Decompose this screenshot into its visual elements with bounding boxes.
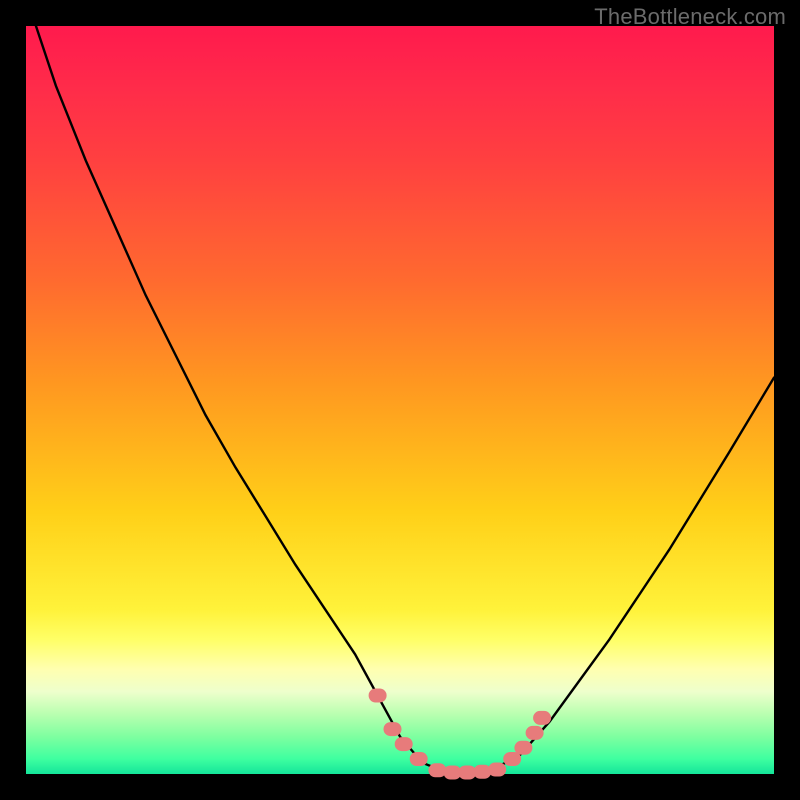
curve-marker bbox=[395, 737, 413, 751]
curve-marker bbox=[428, 763, 446, 777]
curve-marker bbox=[514, 741, 532, 755]
bottleneck-curve-line bbox=[26, 0, 774, 773]
curve-marker bbox=[384, 722, 402, 736]
chart-frame: TheBottleneck.com bbox=[0, 0, 800, 800]
curve-marker bbox=[533, 711, 551, 725]
curve-marker bbox=[526, 726, 544, 740]
bottleneck-curve-svg bbox=[26, 26, 774, 774]
curve-marker bbox=[369, 689, 387, 703]
curve-marker bbox=[488, 763, 506, 777]
curve-marker bbox=[410, 752, 428, 766]
curve-markers-group bbox=[369, 689, 551, 780]
watermark-text: TheBottleneck.com bbox=[594, 4, 786, 30]
